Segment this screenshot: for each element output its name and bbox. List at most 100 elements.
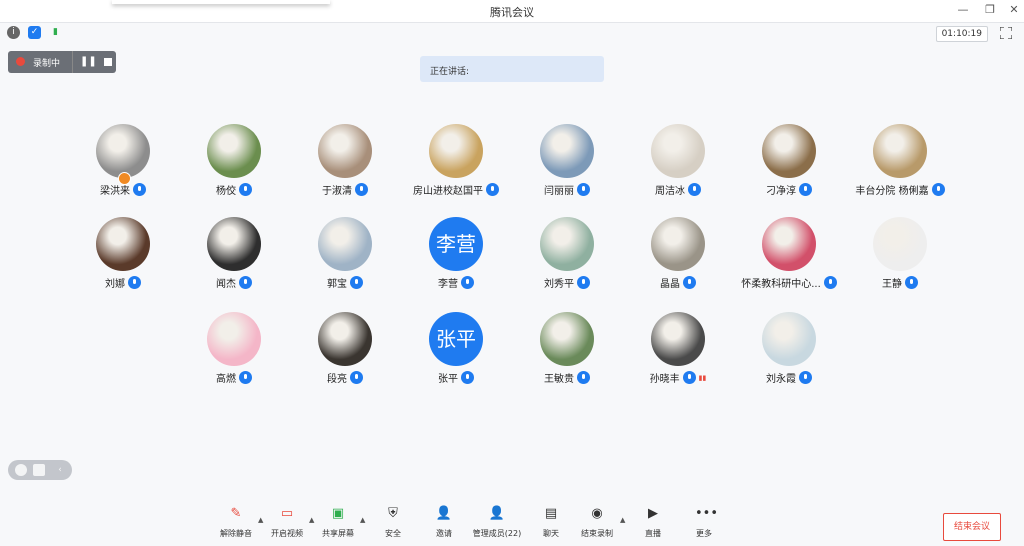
share-options-caret-icon[interactable]: ▲ bbox=[360, 516, 365, 524]
unmute-button[interactable]: ✎ 解除静音 bbox=[211, 506, 261, 539]
record-options-caret-icon[interactable]: ▲ bbox=[620, 516, 625, 524]
participant-tile[interactable]: 刘秀平 bbox=[512, 217, 622, 297]
mic-icon bbox=[799, 183, 812, 196]
chat-button[interactable]: ▤ 聊天 bbox=[526, 506, 576, 539]
message-icon[interactable] bbox=[33, 464, 45, 476]
manage-members-button[interactable]: 👤 管理成员(22) bbox=[472, 506, 522, 539]
mic-icon bbox=[577, 183, 590, 196]
security-button[interactable]: ⛨ 安全 bbox=[368, 506, 418, 539]
video-button[interactable]: ▭ 开启视频 bbox=[262, 506, 312, 539]
participant-name: 闻杰 bbox=[216, 279, 236, 290]
avatar bbox=[96, 217, 150, 271]
participant-tile[interactable]: 张平 张平 bbox=[401, 312, 511, 392]
participant-name-row: 高燃 bbox=[179, 370, 289, 386]
participant-tile[interactable]: 李营 李营 bbox=[401, 217, 511, 297]
participant-tile[interactable]: 杨佼 bbox=[179, 124, 289, 204]
participant-name-row: 周洁冰 bbox=[623, 182, 733, 198]
participant-tile[interactable]: 丰台分院 杨俐嘉 bbox=[845, 124, 955, 204]
fullscreen-icon[interactable] bbox=[1000, 27, 1012, 39]
avatar bbox=[540, 124, 594, 178]
participant-name-row: 梁洪来 bbox=[68, 182, 178, 198]
more-button[interactable]: ••• 更多 bbox=[679, 506, 729, 539]
collapse-icon[interactable]: ‹ bbox=[54, 464, 66, 476]
mic-muted-icon: ✎ bbox=[230, 506, 242, 521]
recording-label: 录制中 bbox=[33, 59, 61, 69]
participant-tile[interactable]: 高燃 bbox=[179, 312, 289, 392]
end-meeting-button[interactable]: 结束会议 bbox=[943, 513, 1001, 541]
stop-recording-button[interactable]: ◉ 结束录制 bbox=[572, 506, 622, 539]
pause-icon[interactable]: ❚❚ bbox=[80, 56, 97, 67]
avatar: 李营 bbox=[429, 217, 483, 271]
participant-tile[interactable]: 刘永霞 bbox=[734, 312, 844, 392]
recording-controls: 录制中 ❚❚ bbox=[8, 51, 116, 73]
participant-name: 王敏贵 bbox=[544, 374, 574, 385]
invite-button[interactable]: 👤 邀请 bbox=[419, 506, 469, 539]
emoji-icon[interactable] bbox=[15, 464, 27, 476]
mic-icon bbox=[355, 183, 368, 196]
participant-name: 晶晶 bbox=[660, 279, 680, 290]
avatar bbox=[207, 217, 261, 271]
participant-name: 梁洪来 bbox=[100, 186, 130, 197]
invite-icon: 👤 bbox=[435, 506, 453, 521]
participant-tile[interactable]: 房山进校赵国平 bbox=[401, 124, 511, 204]
bottom-toolbar: ✎ 解除静音 ▲ ▭ 开启视频 ▲ ▣ 共享屏幕 ▲ ⛨ 安全 👤 邀请 👤 管… bbox=[0, 506, 1024, 546]
live-button[interactable]: ▶ 直播 bbox=[628, 506, 678, 539]
participant-name-row: 晶晶 bbox=[623, 275, 733, 291]
participant-name: 孙晓丰 bbox=[649, 374, 680, 385]
avatar bbox=[762, 217, 816, 271]
security-icon: ⛨ bbox=[388, 506, 398, 521]
participant-name-row: 怀柔教科研中心... bbox=[734, 275, 844, 291]
restore-icon[interactable]: ❐ bbox=[982, 3, 998, 16]
video-label: 开启视频 bbox=[271, 529, 303, 538]
participant-name: 刁净淳 bbox=[766, 186, 796, 197]
participant-name-row: 房山进校赵国平 bbox=[401, 182, 511, 198]
participant-tile[interactable]: 于淑清 bbox=[290, 124, 400, 204]
signal-icon[interactable]: ▮ bbox=[49, 26, 62, 39]
participant-name: 刘永霞 bbox=[766, 374, 796, 385]
reaction-pill: ‹ bbox=[8, 460, 72, 480]
close-icon[interactable]: ✕ bbox=[1006, 3, 1022, 16]
mic-icon bbox=[239, 183, 252, 196]
participant-name: 丰台分院 杨俐嘉 bbox=[855, 186, 929, 197]
mic-icon bbox=[905, 276, 918, 289]
participant-name: 闫丽丽 bbox=[544, 186, 574, 197]
avatar bbox=[96, 124, 150, 178]
participant-tile[interactable]: 郭宝 bbox=[290, 217, 400, 297]
participant-tile[interactable]: 刘娜 bbox=[68, 217, 178, 297]
speaking-indicator: 正在讲话: bbox=[420, 56, 604, 82]
participant-name-row: 郭宝 bbox=[290, 275, 400, 291]
avatar bbox=[207, 312, 261, 366]
participant-name-row: 刘永霞 bbox=[734, 370, 844, 386]
participant-tile[interactable]: 刁净淳 bbox=[734, 124, 844, 204]
video-off-icon: ▭ bbox=[280, 506, 294, 521]
avatar bbox=[651, 217, 705, 271]
share-screen-button[interactable]: ▣ 共享屏幕 bbox=[313, 506, 363, 539]
mic-icon bbox=[239, 371, 252, 384]
participant-tile[interactable]: 孙晓丰 ▮▮ bbox=[623, 312, 733, 392]
participant-tile[interactable]: 闻杰 bbox=[179, 217, 289, 297]
stop-record-icon: ◉ bbox=[591, 506, 603, 521]
unmute-label: 解除静音 bbox=[220, 529, 252, 538]
participant-tile[interactable]: 闫丽丽 bbox=[512, 124, 622, 204]
stop-record-label: 结束录制 bbox=[581, 529, 613, 538]
participant-tile[interactable]: 王敏贵 bbox=[512, 312, 622, 392]
invite-label: 邀请 bbox=[436, 529, 452, 538]
info-icon[interactable]: i bbox=[7, 26, 20, 39]
chat-label: 聊天 bbox=[543, 529, 559, 538]
live-label: 直播 bbox=[645, 529, 661, 538]
participant-tile[interactable]: 王静 bbox=[845, 217, 955, 297]
participant-tile[interactable]: 周洁冰 bbox=[623, 124, 733, 204]
shield-icon[interactable]: ✓ bbox=[28, 26, 41, 39]
participant-name-row: 王静 bbox=[845, 275, 955, 291]
participant-tile[interactable]: 怀柔教科研中心... bbox=[734, 217, 844, 297]
minimize-icon[interactable]: — bbox=[955, 3, 971, 16]
participant-tile[interactable]: 晶晶 bbox=[623, 217, 733, 297]
stop-icon[interactable] bbox=[104, 58, 112, 66]
more-icon: ••• bbox=[695, 506, 719, 521]
participant-name-row: 张平 bbox=[401, 370, 511, 386]
members-label: 管理成员(22) bbox=[472, 529, 522, 538]
participant-tile[interactable]: 段亮 bbox=[290, 312, 400, 392]
participant-tile[interactable]: 梁洪来 bbox=[68, 124, 178, 204]
mic-icon bbox=[461, 371, 474, 384]
participant-name: 于淑清 bbox=[322, 186, 352, 197]
